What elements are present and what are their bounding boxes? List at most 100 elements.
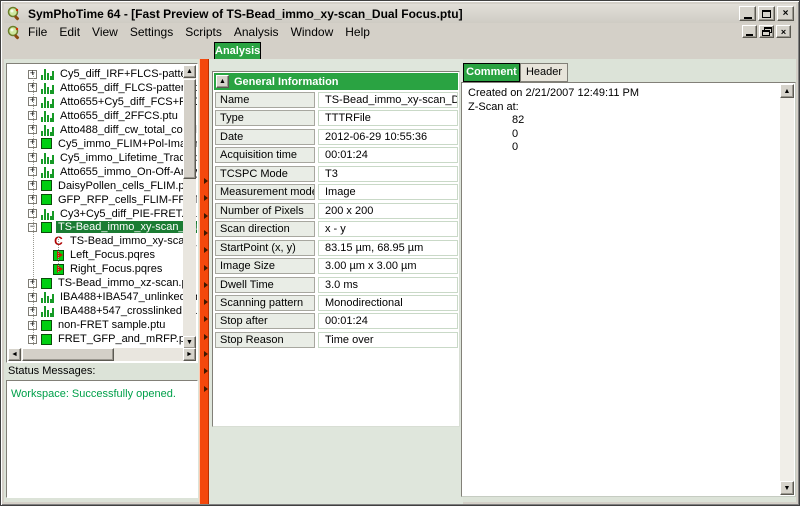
tree-item-label[interactable]: TS-Bead_immo_xy-scan_	[68, 235, 198, 247]
measurement-file-icon	[41, 320, 52, 331]
info-row-value: 00:01:24	[318, 313, 458, 329]
splitter-arrow-icon	[204, 247, 208, 253]
tree-item-label[interactable]: Atto655+Cy5_diff_FCS+FLCS	[58, 96, 198, 108]
panel-splitter[interactable]	[199, 59, 209, 504]
tree-item-label[interactable]: Cy5_immo_FLIM+Pol-Imaging.p	[56, 138, 198, 150]
tree-item[interactable]: +FRET_GFP_and_mRFP.ptu	[9, 332, 196, 346]
info-row: Stop ReasonTime over	[213, 332, 459, 350]
tree-item-label[interactable]: IBA488+IBA547_unlinked_mix	[58, 291, 198, 303]
close-button[interactable]: ×	[777, 6, 794, 21]
scroll-up-icon[interactable]: ▲	[183, 65, 196, 78]
tree-item[interactable]: +Cy3+Cy5_diff_PIE-FRET.ptu	[9, 207, 198, 221]
tab-header[interactable]: Header	[520, 63, 568, 82]
info-row-label: Dwell Time	[215, 277, 315, 293]
comment-content[interactable]: Created on 2/21/2007 12:49:11 PMZ-Scan a…	[461, 82, 796, 497]
info-row-label: TCSPC Mode	[215, 166, 315, 182]
mdi-restore-button[interactable]	[759, 25, 774, 38]
tree-item[interactable]: +Atto655_diff_FLCS-pattern.pt	[9, 81, 198, 95]
tree-item-label[interactable]: Left_Focus.pqres	[68, 249, 157, 261]
info-row-value: Time over	[318, 332, 458, 348]
info-row-label: Stop after	[215, 313, 315, 329]
tree-item[interactable]: +Atto655+Cy5_diff_FCS+FLCS	[9, 95, 198, 109]
tree-item-label[interactable]: Right_Focus.pqres	[68, 263, 164, 275]
splitter-arrow-icon	[204, 316, 208, 322]
tab-comment[interactable]: Comment	[463, 63, 520, 82]
comment-vertical-scrollbar[interactable]: ▲ ▼	[780, 84, 794, 495]
info-row: Date2012-06-29 10:55:36	[213, 129, 459, 147]
measurement-file-icon	[41, 194, 52, 205]
tree-item[interactable]: +Atto655_diff_2FFCS.ptu	[9, 109, 180, 123]
info-row: Dwell Time3.0 ms	[213, 277, 459, 295]
tree-item[interactable]: +Atto488_diff_cw_total_correl	[9, 123, 198, 137]
tree-item[interactable]: CTS-Bead_immo_xy-scan_	[9, 234, 198, 248]
tree-item-label[interactable]: non-FRET sample.ptu	[56, 319, 167, 331]
tree-item[interactable]: +IBA488+547_crosslinked.ptu	[9, 304, 198, 318]
tree-item[interactable]: +GFP_RFP_cells_FLIM-FRET.pt	[9, 193, 198, 207]
menu-edit[interactable]: Edit	[53, 24, 86, 40]
histogram-icon	[41, 166, 54, 178]
info-row-label: Name	[215, 92, 315, 108]
info-row-value: 200 x 200	[318, 203, 458, 219]
tree-item[interactable]: +Cy5_diff_IRF+FLCS-pattern.pt	[9, 67, 198, 81]
info-row-label: Type	[215, 110, 315, 126]
tree-horizontal-scrollbar[interactable]: ◄ ►	[8, 348, 196, 361]
scroll-right-icon[interactable]: ►	[183, 348, 196, 361]
info-row-value: T3	[318, 166, 458, 182]
splitter-arrow-icon	[204, 299, 208, 305]
tree-item[interactable]: +IBA488+IBA547_unlinked_mix	[9, 290, 198, 304]
tree-item[interactable]: +TS-Bead_immo_xz-scan.ptu	[9, 276, 198, 290]
menu-window[interactable]: Window	[285, 24, 340, 40]
mdi-close-button[interactable]: ×	[776, 25, 791, 38]
info-row: Acquisition time00:01:24	[213, 147, 459, 165]
tree-item[interactable]: +Cy5_immo_FLIM+Pol-Imaging.p	[9, 137, 198, 151]
menu-file[interactable]: File	[22, 24, 53, 40]
scrollbar-thumb[interactable]	[183, 79, 196, 179]
tree-item[interactable]: +Atto655_immo_On-Off-Analys	[9, 165, 198, 179]
tree-item-label[interactable]: TS-Bead_immo_xz-scan.ptu	[56, 277, 198, 289]
scrollbar-thumb[interactable]	[22, 348, 114, 361]
minimize-button[interactable]	[739, 6, 756, 21]
info-row-value: 00:01:24	[318, 147, 458, 163]
scroll-down-icon[interactable]: ▼	[780, 481, 794, 495]
menu-help[interactable]: Help	[339, 24, 376, 40]
tree-item[interactable]: +Cy5_immo_Lifetime_Trace.ptu	[9, 151, 198, 165]
tree-item-label[interactable]: FRET_GFP_and_mRFP.ptu	[56, 333, 196, 345]
tree-item-label[interactable]: Atto655_diff_2FFCS.ptu	[58, 110, 180, 122]
tree-item[interactable]: −TS-Bead_immo_xy-scan_Dua	[9, 220, 198, 234]
scroll-left-icon[interactable]: ◄	[8, 348, 21, 361]
tree-item-label[interactable]: Cy5_diff_IRF+FLCS-pattern.pt	[58, 68, 198, 80]
tree-item[interactable]: Left_Focus.pqres	[9, 248, 157, 262]
general-info-container: ▲ General Information NameTS-Bead_immo_x…	[212, 71, 460, 427]
tree-item-label[interactable]: Atto655_immo_On-Off-Analys	[58, 166, 198, 178]
comment-panel: Comment Header Created on 2/21/2007 12:4…	[460, 59, 798, 504]
collapse-icon[interactable]: ▲	[216, 75, 229, 88]
tree-item[interactable]: +DaisyPollen_cells_FLIM.ptu	[9, 179, 196, 193]
tree-item-label[interactable]: Atto655_diff_FLCS-pattern.pt	[58, 82, 198, 94]
menu-view[interactable]: View	[86, 24, 124, 40]
tree-item-label[interactable]: Cy5_immo_Lifetime_Trace.ptu	[58, 152, 198, 164]
menu-scripts[interactable]: Scripts	[179, 24, 228, 40]
menu-settings[interactable]: Settings	[124, 24, 179, 40]
tree-item-label[interactable]: TS-Bead_immo_xy-scan_Dua	[56, 221, 198, 233]
tree-item-label[interactable]: DaisyPollen_cells_FLIM.ptu	[56, 180, 196, 192]
tree-item-label[interactable]: IBA488+547_crosslinked.ptu	[58, 305, 198, 317]
scroll-up-icon[interactable]: ▲	[780, 84, 794, 98]
tree-item-label[interactable]: Atto488_diff_cw_total_correl	[58, 124, 198, 136]
menu-analysis[interactable]: Analysis	[228, 24, 285, 40]
info-row-label: Scan direction	[215, 221, 315, 237]
tree-item-label[interactable]: GFP_RFP_cells_FLIM-FRET.pt	[56, 194, 198, 206]
tab-analysis[interactable]: Analysis	[214, 42, 261, 60]
tree-item-label[interactable]: Cy3+Cy5_diff_PIE-FRET.ptu	[58, 208, 198, 220]
mdi-minimize-button[interactable]	[742, 25, 757, 38]
measurement-file-icon	[41, 180, 52, 191]
info-row-value: 3.00 µm x 3.00 µm	[318, 258, 458, 274]
comment-line: Created on 2/21/2007 12:49:11 PM	[468, 87, 775, 101]
histogram-icon	[41, 68, 54, 80]
tree-vertical-scrollbar[interactable]: ▲ ▼	[183, 65, 196, 349]
info-row-label: Number of Pixels	[215, 203, 315, 219]
general-info-title: General Information	[234, 76, 339, 88]
info-row-value: 3.0 ms	[318, 277, 458, 293]
maximize-button[interactable]	[758, 6, 775, 21]
info-row-value: Image	[318, 184, 458, 200]
workspace-tree[interactable]: +Cy5_diff_IRF+FLCS-pattern.pt+Atto655_di…	[6, 63, 198, 363]
